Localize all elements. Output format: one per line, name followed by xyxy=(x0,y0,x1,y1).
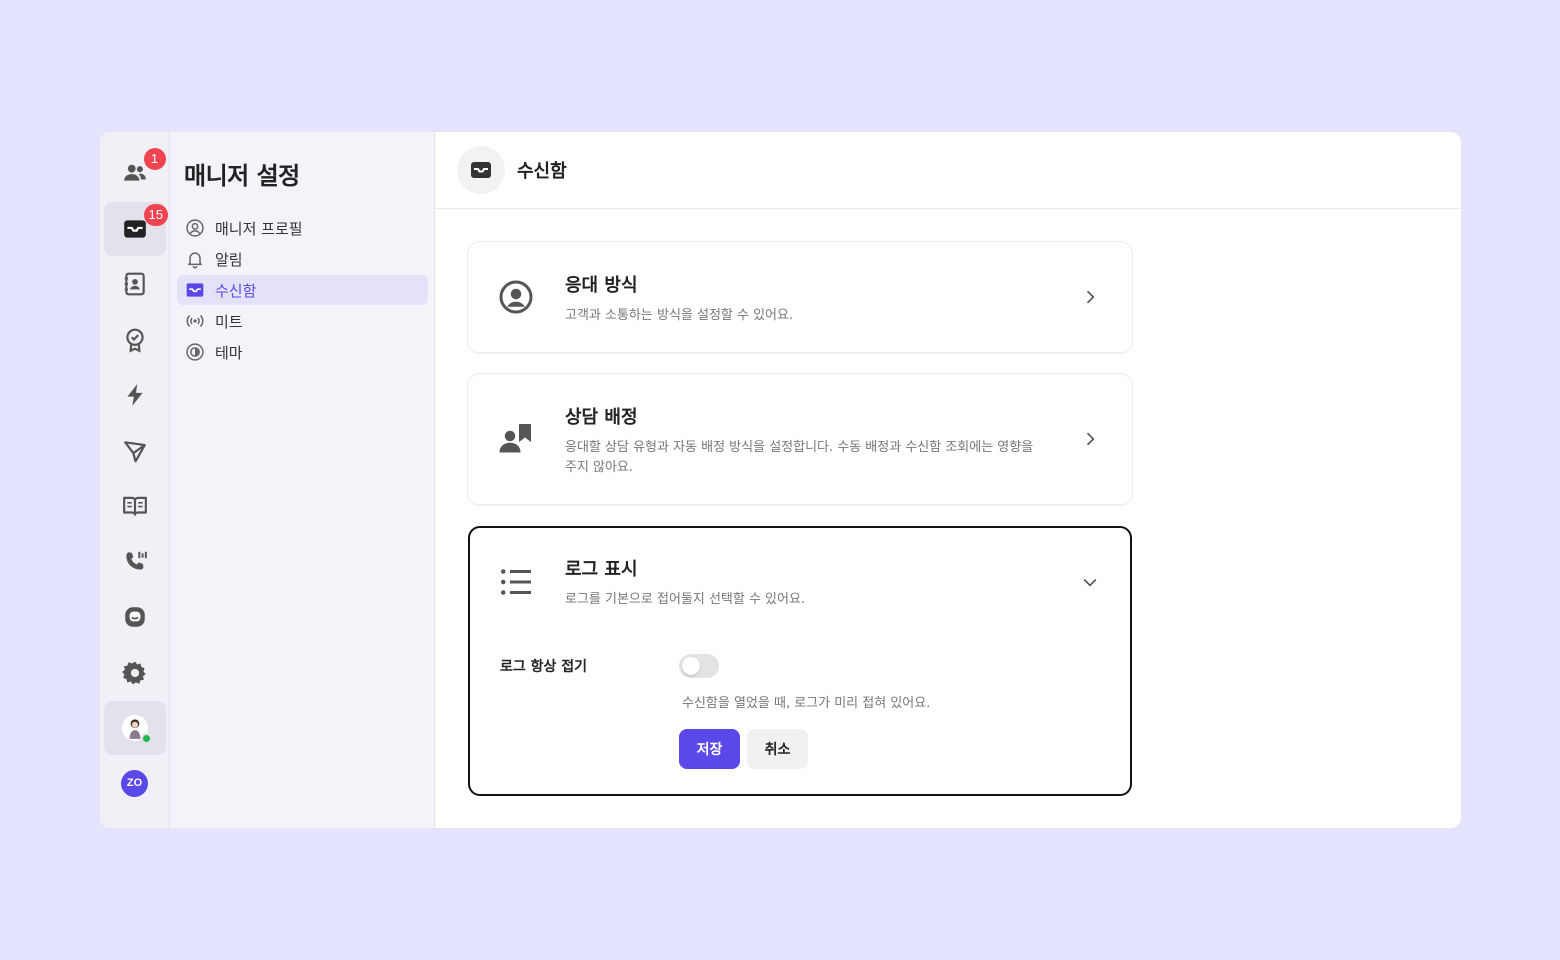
notification-badge: 1 xyxy=(143,148,166,170)
send-icon xyxy=(123,440,146,462)
menu-item-label: 수신함 xyxy=(215,281,257,300)
rail-settings-button[interactable] xyxy=(104,646,166,700)
settings-menu: 매니저 설정 매니저 프로필 알림 수신함 미트 테마 xyxy=(170,132,435,828)
menu-item-label: 매니저 프로필 xyxy=(215,219,303,238)
rail-campaign-button[interactable] xyxy=(104,424,166,478)
inbox-icon xyxy=(471,162,491,178)
rail-automation-button[interactable] xyxy=(104,368,166,422)
menu-item-label: 알림 xyxy=(215,250,243,269)
assignment-card[interactable]: 상담 배정 응대할 상담 유형과 자동 배정 방식을 설정합니다. 수동 배정과… xyxy=(468,374,1132,504)
menu-item-profile[interactable]: 매니저 프로필 xyxy=(177,213,428,243)
card-title: 상담 배정 xyxy=(565,407,638,428)
always-collapse-log-toggle[interactable] xyxy=(679,654,719,678)
menu-title: 매니저 설정 xyxy=(184,162,300,190)
theme-icon xyxy=(186,343,204,361)
menu-item-meet[interactable]: 미트 xyxy=(177,306,428,336)
brand-logo: ZO xyxy=(121,770,148,797)
bell-icon xyxy=(188,252,202,269)
menu-item-label: 테마 xyxy=(215,343,243,362)
page-title: 수신함 xyxy=(517,161,567,182)
card-title: 로그 표시 xyxy=(565,559,638,580)
card-title: 응대 방식 xyxy=(565,275,638,296)
rail-contacts-button[interactable]: 1 xyxy=(104,146,166,200)
contact-book-icon xyxy=(124,272,145,296)
card-description: 로그를 기본으로 접어둘지 선택할 수 있어요. xyxy=(565,592,806,607)
user-circle-icon xyxy=(186,219,204,237)
rail-award-button[interactable] xyxy=(104,313,166,367)
award-icon xyxy=(125,328,144,353)
broadcast-icon xyxy=(186,315,204,327)
inbox-icon xyxy=(186,283,204,297)
rail-inbox-button[interactable]: 15 xyxy=(103,201,168,256)
chevron-down-icon[interactable] xyxy=(1080,572,1100,592)
rail-profile-button[interactable] xyxy=(103,701,166,755)
inbox-icon xyxy=(123,219,146,238)
user-circle-icon xyxy=(499,280,533,314)
menu-item-inbox[interactable]: 수신함 xyxy=(177,275,428,305)
menu-item-notifications[interactable]: 알림 xyxy=(177,244,428,274)
assign-icon xyxy=(499,424,531,453)
list-icon xyxy=(501,569,531,595)
gear-icon xyxy=(121,661,146,684)
online-status-dot xyxy=(140,733,152,744)
rail-contacts-book-button[interactable] xyxy=(104,257,166,311)
rail-chat-button[interactable] xyxy=(104,590,166,644)
save-button[interactable]: 저장 xyxy=(679,729,740,769)
toggle-help-text: 수신함을 열었을 때, 로그가 미리 접혀 있어요. xyxy=(682,696,931,711)
lightning-icon xyxy=(126,384,143,406)
response-mode-card[interactable]: 응대 방식 고객과 소통하는 방식을 설정할 수 있어요. xyxy=(468,242,1132,352)
app-window: 1 15 ZO 매니저 설정 매니저 프로필 알림 수신함 미트 테마 수신함 … xyxy=(100,132,1461,828)
page-header: 수신함 xyxy=(435,132,1461,209)
main-content: 수신함 응대 방식 고객과 소통하는 방식을 설정할 수 있어요. 상담 배정 … xyxy=(435,132,1461,828)
toggle-label: 로그 항상 접기 xyxy=(500,659,588,675)
log-display-card: 로그 표시 로그를 기본으로 접어둘지 선택할 수 있어요. 로그 항상 접기 … xyxy=(468,526,1132,796)
notification-badge: 15 xyxy=(143,203,168,226)
chevron-right-icon xyxy=(1086,290,1095,304)
toggle-knob xyxy=(682,657,700,675)
avatar xyxy=(121,715,152,744)
card-description: 응대할 상담 유형과 자동 배정 방식을 설정합니다. 수동 배정과 수신함 조… xyxy=(565,440,1034,475)
cancel-button[interactable]: 취소 xyxy=(747,729,808,769)
header-icon-wrapper xyxy=(457,146,505,194)
book-icon xyxy=(122,496,147,516)
card-description: 고객과 소통하는 방식을 설정할 수 있어요. xyxy=(565,308,794,323)
people-icon xyxy=(123,164,146,181)
menu-item-theme[interactable]: 테마 xyxy=(177,337,428,367)
chevron-right-icon xyxy=(1086,432,1095,446)
phone-icon xyxy=(125,551,147,570)
rail-call-button[interactable] xyxy=(104,535,166,589)
rail-brand-button[interactable]: ZO xyxy=(104,757,166,811)
menu-item-label: 미트 xyxy=(215,312,243,331)
icon-rail: 1 15 ZO xyxy=(100,132,170,828)
rail-document-button[interactable] xyxy=(104,479,166,533)
chat-icon xyxy=(124,607,145,627)
